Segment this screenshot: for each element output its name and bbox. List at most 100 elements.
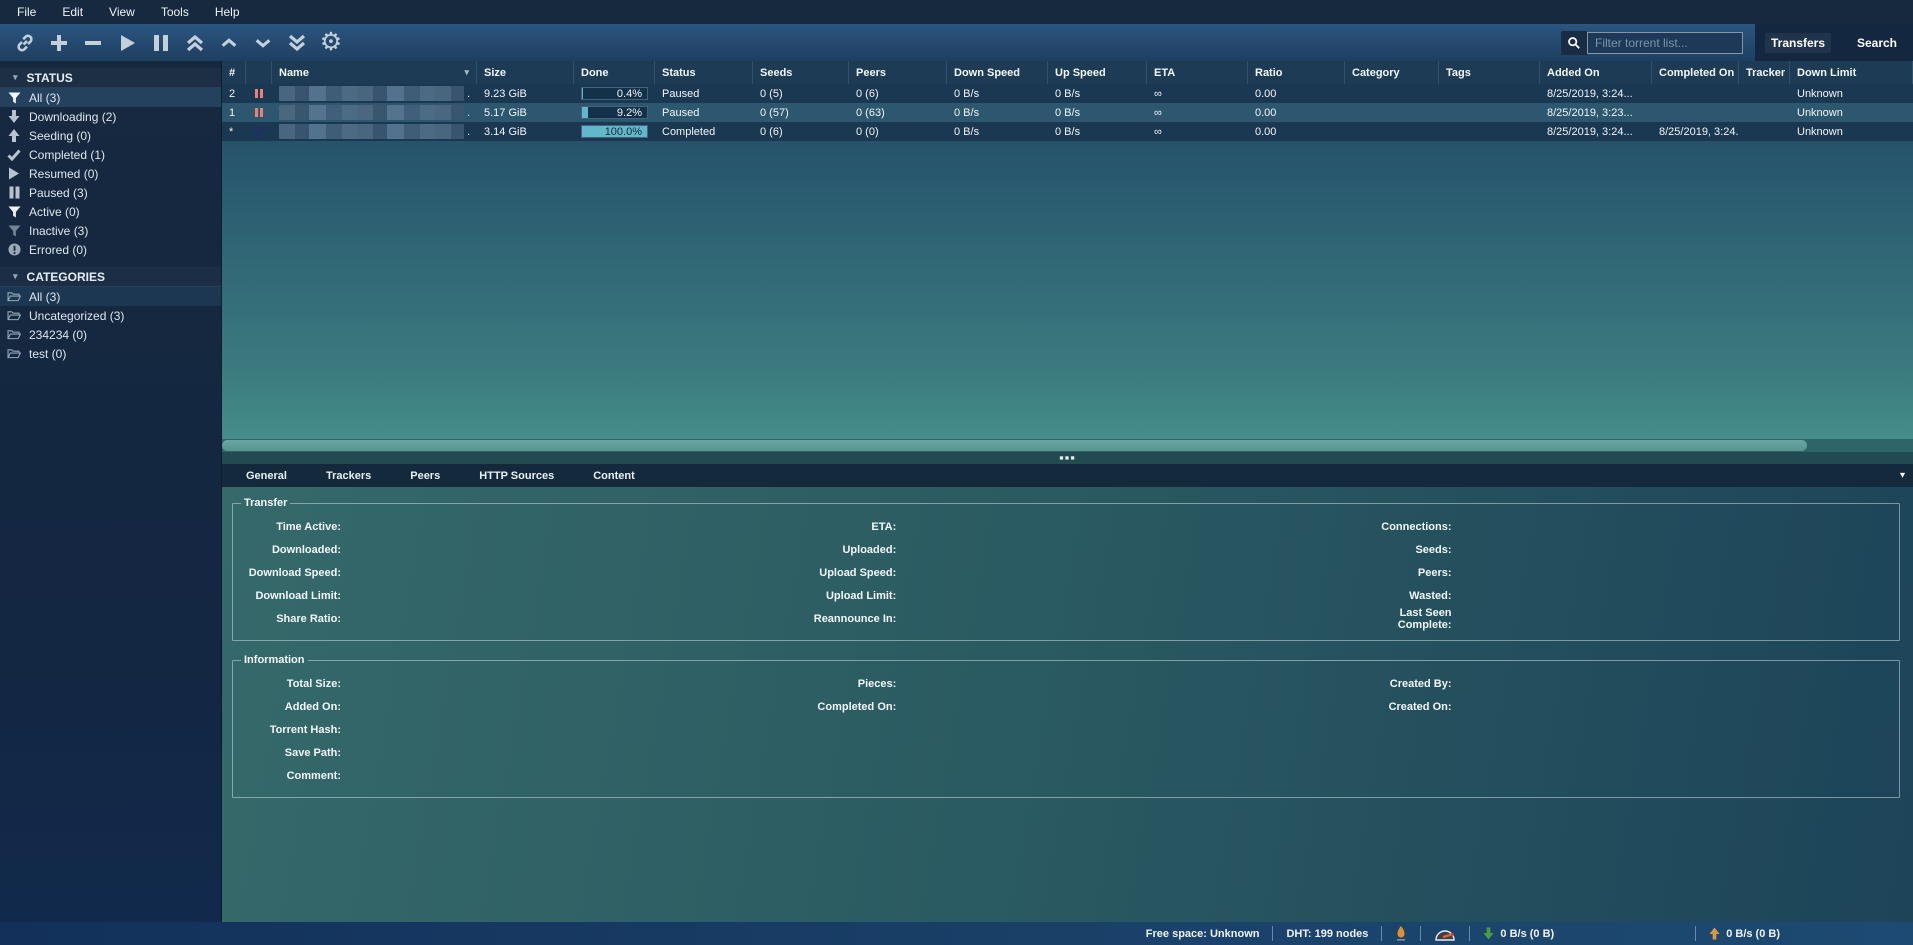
col-completed-on[interactable]: Completed On [1652,61,1739,84]
resume-icon[interactable] [110,28,144,58]
col-category[interactable]: Category [1345,61,1439,84]
peers-label: Peers: [1344,567,1452,579]
queue-up-icon[interactable] [212,28,246,58]
sidebar-category-234234[interactable]: 234234 (0) [0,325,221,344]
row-category [1345,103,1439,122]
seeds-label: Seeds: [1344,544,1452,556]
row-eta: ∞ [1147,84,1248,103]
paused-state-icon [255,89,263,98]
sidebar-item-downloading[interactable]: Downloading (2) [0,107,221,126]
row-name: . [272,84,477,103]
row-tags [1439,103,1540,122]
col-eta[interactable]: ETA [1147,61,1248,84]
col-ratio[interactable]: Ratio [1248,61,1345,84]
queue-top-icon[interactable] [178,28,212,58]
torrent-hash-label: Torrent Hash: [233,724,341,736]
reannounce-in-label: Reannounce In: [788,613,896,625]
menu-tools[interactable]: Tools [148,0,202,24]
col-up-speed[interactable]: Up Speed [1048,61,1147,84]
add-torrent-icon[interactable] [42,28,76,58]
row-down-speed: 0 B/s [947,103,1048,122]
sidebar-item-inactive[interactable]: Inactive (3) [0,221,221,240]
row-up-speed: 0 B/s [1048,122,1147,141]
col-peers[interactable]: Peers [849,61,947,84]
created-by-label: Created By: [1344,678,1452,690]
filter-torrent-input[interactable] [1587,32,1743,54]
tab-trackers[interactable]: Trackers [323,468,374,484]
row-name: . [272,122,477,141]
sidebar-item-label: Downloading (2) [29,110,116,124]
share-ratio-label: Share Ratio: [233,613,341,625]
download-arrow-icon [6,110,22,124]
scrollbar-thumb[interactable] [222,440,1807,451]
sidebar-item-resumed[interactable]: Resumed (0) [0,164,221,183]
col-status[interactable]: Status [655,61,753,84]
delete-torrent-icon[interactable] [76,28,110,58]
panel-splitter[interactable]: ▪▪▪ [222,452,1913,464]
menu-view[interactable]: View [96,0,148,24]
search-button[interactable]: Search [1851,33,1903,53]
link-icon[interactable] [8,28,42,58]
tab-http-sources[interactable]: HTTP Sources [476,468,557,484]
transfers-button[interactable]: Transfers [1765,33,1831,53]
col-down-speed[interactable]: Down Speed [947,61,1048,84]
completed-on-label: Completed On: [788,701,896,713]
table-row[interactable]: 1 . 5.17 GiB 9.2% Paused 0 (57) 0 (63) 0… [222,103,1913,122]
sidebar-category-uncategorized[interactable]: Uncategorized (3) [0,306,221,325]
sort-descending-icon: ▾ [464,67,469,78]
categories-section-header[interactable]: ▾ CATEGORIES [0,267,221,287]
added-on-label: Added On: [233,701,341,713]
upload-limit-label: Upload Limit: [788,590,896,602]
queue-down-icon[interactable] [246,28,280,58]
settings-gear-icon[interactable]: ⚙ [314,28,348,58]
row-tracker [1739,84,1790,103]
col-state[interactable] [246,61,272,84]
tab-content[interactable]: Content [590,468,638,484]
horizontal-scrollbar[interactable] [222,439,1913,452]
filter-search [1561,24,1755,61]
queue-bottom-icon[interactable] [280,28,314,58]
sidebar-item-completed[interactable]: Completed (1) [0,145,221,164]
menu-help[interactable]: Help [202,0,253,24]
row-status: Paused [655,103,753,122]
sidebar-item-label: Inactive (3) [29,224,88,238]
col-size[interactable]: Size [477,61,574,84]
sidebar-item-active[interactable]: Active (0) [0,202,221,221]
row-tracker [1739,103,1790,122]
col-tracker[interactable]: Tracker [1739,61,1790,84]
row-queue-number: 1 [222,103,246,122]
sidebar-item-paused[interactable]: Paused (3) [0,183,221,202]
sidebar-item-seeding[interactable]: Seeding (0) [0,126,221,145]
tab-peers[interactable]: Peers [407,468,443,484]
sidebar-item-all[interactable]: All (3) [0,88,221,107]
menu-file[interactable]: File [4,0,49,24]
row-up-speed: 0 B/s [1048,103,1147,122]
menu-edit[interactable]: Edit [49,0,96,24]
tab-general[interactable]: General [243,468,290,484]
col-down-limit[interactable]: Down Limit [1790,61,1913,84]
sidebar-category-all[interactable]: All (3) [0,287,221,306]
col-seeds[interactable]: Seeds [753,61,849,84]
col-added-on[interactable]: Added On [1540,61,1652,84]
col-done[interactable]: Done [574,61,655,84]
sidebar-item-errored[interactable]: Errored (0) [0,240,221,259]
upload-arrow-icon [1709,927,1720,940]
col-tags[interactable]: Tags [1439,61,1540,84]
row-done: 9.2% [574,103,655,122]
categories-section-title: CATEGORIES [27,270,105,284]
table-row[interactable]: * . 3.14 GiB 100.0% Completed 0 (6) 0 (0… [222,122,1913,141]
col-name[interactable]: Name ▾ [272,61,477,84]
connection-status[interactable] [1382,926,1420,941]
row-added-on: 8/25/2019, 3:24... [1540,122,1652,141]
sidebar-item-label: Resumed (0) [29,167,98,181]
alt-speed-limits[interactable] [1421,927,1469,941]
status-section-header[interactable]: ▾ STATUS [0,68,221,88]
row-name: . [272,103,477,122]
table-row[interactable]: 2 . 9.23 GiB 0.4% Paused 0 (5) 0 (6) 0 B… [222,84,1913,103]
pause-icon[interactable] [144,28,178,58]
col-number[interactable]: # [222,61,246,84]
row-down-speed: 0 B/s [947,84,1048,103]
sidebar-category-test[interactable]: test (0) [0,344,221,363]
chevron-down-icon[interactable]: ▾ [1900,470,1905,481]
splitter-handle-icon[interactable]: ▪▪▪ [1059,455,1076,461]
